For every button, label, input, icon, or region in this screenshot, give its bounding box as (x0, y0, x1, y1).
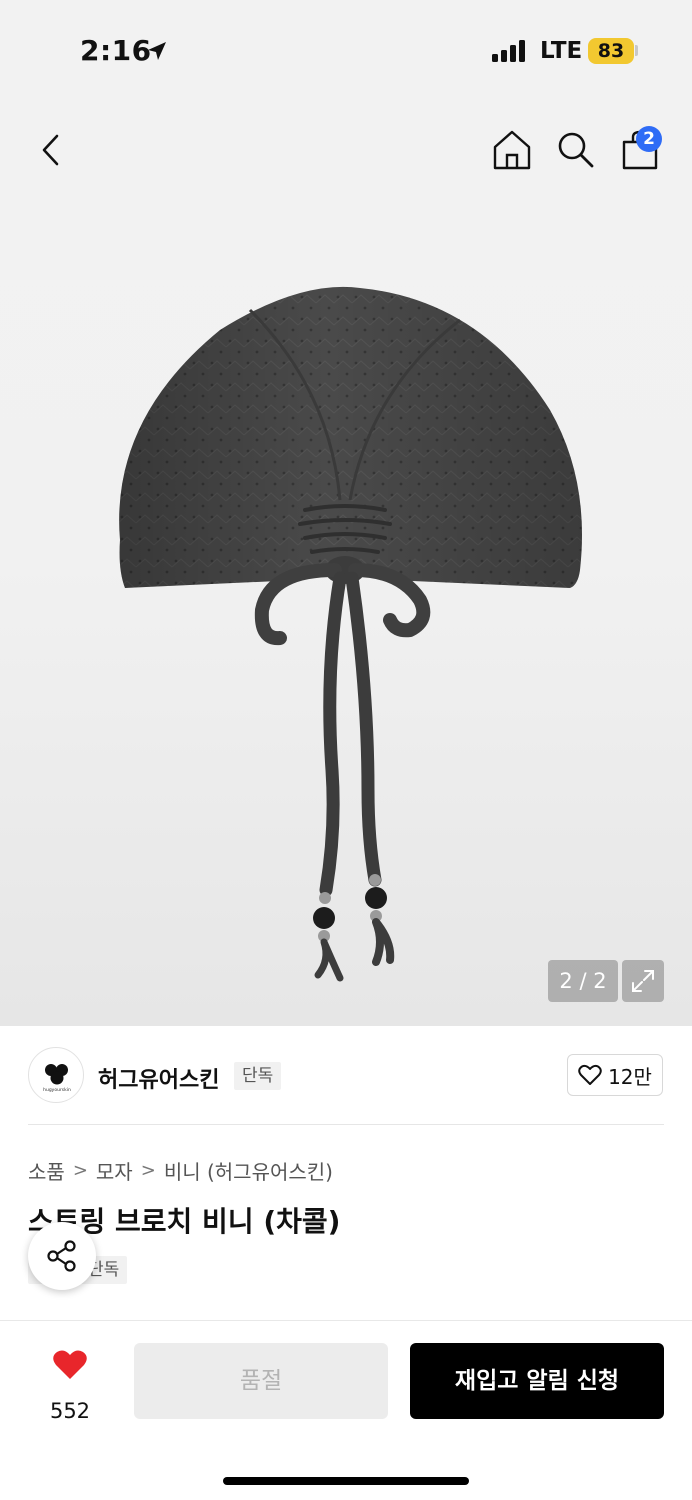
cart-count-badge: 2 (636, 126, 662, 152)
wishlist-count: 552 (49, 1399, 91, 1423)
heart-outline-icon (578, 1064, 602, 1085)
search-icon (558, 132, 594, 168)
status-time: 2:16 (80, 34, 152, 67)
chevron-left-icon (42, 134, 59, 166)
breadcrumb-item[interactable]: 비니 (허그유어스킨) (164, 1156, 333, 1185)
product-image-beanie[interactable] (100, 270, 600, 1000)
battery-icon: 83 (588, 38, 634, 64)
brand-exclusive-tag: 단독 (234, 1062, 282, 1090)
product-gallery[interactable]: 2:16 LTE 83 2 2 / 2 (0, 0, 692, 1026)
status-bar: 2:16 LTE 83 (0, 0, 692, 100)
soldout-button[interactable]: 품절 (134, 1343, 388, 1419)
search-button[interactable] (554, 128, 598, 172)
brand-logo-text: hugyourskin (43, 1087, 71, 1093)
breadcrumb: 소품 > 모자 > 비니 (허그유어스킨) (28, 1156, 333, 1185)
home-icon (493, 130, 531, 170)
location-arrow-icon (148, 42, 166, 60)
image-counter: 2 / 2 (548, 960, 618, 1002)
expand-image-button[interactable] (622, 960, 664, 1002)
brand-row[interactable]: hugyourskin 허그유어스킨 단독 12만 (0, 1026, 692, 1126)
carrier-label: LTE (540, 38, 583, 64)
share-button[interactable] (28, 1222, 96, 1290)
restock-alert-button[interactable]: 재입고 알림 신청 (410, 1343, 664, 1419)
brand-logo[interactable]: hugyourskin (28, 1047, 84, 1103)
heart-filled-icon (53, 1350, 87, 1379)
breadcrumb-item[interactable]: 모자 (96, 1156, 133, 1185)
home-button[interactable] (490, 128, 534, 172)
chevron-right-icon: > (72, 1160, 88, 1181)
brand-logo-mark: hugyourskin (43, 1064, 71, 1093)
brand-like-count: 12만 (608, 1064, 652, 1089)
breadcrumb-item[interactable]: 소품 (28, 1156, 65, 1185)
wishlist-button[interactable]: 552 (30, 1345, 110, 1425)
section-divider (28, 1124, 664, 1125)
back-button[interactable] (30, 128, 70, 172)
chevron-right-icon: > (140, 1160, 156, 1181)
home-indicator (223, 1477, 469, 1485)
cellular-signal-icon (492, 40, 525, 62)
share-icon (47, 1240, 76, 1272)
brand-like-button[interactable]: 12만 (567, 1054, 663, 1096)
expand-icon (632, 970, 654, 992)
brand-name[interactable]: 허그유어스킨 (98, 1062, 219, 1094)
bottom-action-bar: 552 품절 재입고 알림 신청 (0, 1320, 692, 1500)
battery-cap (635, 45, 638, 56)
